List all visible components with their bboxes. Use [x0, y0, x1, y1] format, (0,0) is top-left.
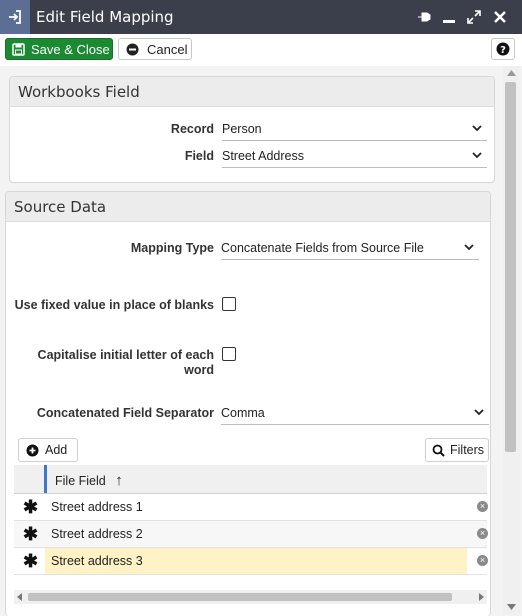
file-field-cell[interactable]: Street address 1 [45, 494, 467, 520]
record-select[interactable]: Person [222, 119, 487, 141]
title-bar: Edit Field Mapping [0, 0, 522, 34]
table-row-selected[interactable]: ✱ Street address 3 × [14, 548, 488, 575]
cancel-label: Cancel [147, 41, 188, 57]
file-field-cell[interactable]: Street address 2 [45, 521, 467, 547]
cancel-icon [126, 43, 139, 55]
mapping-type-label: Mapping Type [130, 241, 214, 255]
field-value: Street Address [222, 149, 304, 163]
required-icon: ✱ [23, 551, 39, 571]
required-icon: ✱ [23, 524, 39, 544]
file-field-column-header[interactable]: File Field ↑ [44, 465, 469, 493]
source-data-heading: Source Data [14, 198, 107, 216]
toolbar: Save & Close Cancel ? [0, 34, 522, 66]
record-label: Record [170, 122, 214, 136]
separator-label: Concatenated Field Separator [36, 406, 214, 420]
help-icon: ? [496, 42, 510, 56]
workbooks-field-panel: Workbooks Field Record Person Field Stre… [9, 76, 495, 183]
sort-ascending-icon: ↑ [115, 472, 123, 489]
capitalise-label-line-2: word [184, 363, 214, 377]
mapping-type-select[interactable]: Concatenate Fields from Source File [221, 238, 479, 260]
capitalise-label-line-1: Capitalise initial letter of each [37, 348, 214, 362]
add-button[interactable]: Add [18, 438, 78, 462]
workbooks-field-header: Workbooks Field [10, 77, 494, 107]
file-field-value: Street address 1 [51, 500, 143, 514]
chevron-down-icon [464, 244, 474, 251]
cancel-button[interactable]: Cancel [118, 38, 192, 60]
expand-icon[interactable] [465, 8, 483, 26]
save-close-button[interactable]: Save & Close [5, 38, 113, 60]
file-field-value: Street address 3 [51, 554, 143, 568]
save-close-label: Save & Close [31, 41, 110, 57]
grid-horizontal-scroll-thumb[interactable] [28, 593, 452, 601]
remove-row-icon[interactable]: × [477, 528, 488, 539]
scroll-left-icon[interactable] [16, 593, 24, 601]
required-icon: ✱ [23, 497, 39, 517]
chevron-down-icon [472, 125, 482, 132]
window-title: Edit Field Mapping [36, 8, 174, 26]
search-icon [432, 444, 445, 457]
field-label: Field [184, 149, 214, 163]
file-field-header-label: File Field ↑ [55, 472, 123, 489]
remove-row-icon[interactable]: × [477, 555, 488, 566]
grid-header: File Field ↑ [14, 465, 487, 494]
mapping-type-value: Concatenate Fields from Source File [221, 241, 424, 255]
capitalise-label: Capitalise initial letter of each word [10, 348, 214, 378]
capitalise-checkbox[interactable] [222, 347, 236, 361]
sign-in-icon [0, 0, 30, 34]
file-field-header-text: File Field [55, 474, 106, 488]
separator-select[interactable]: Comma [221, 403, 489, 425]
field-select[interactable]: Street Address [222, 146, 487, 168]
chevron-down-icon [474, 409, 484, 416]
plus-circle-icon [26, 444, 39, 456]
filters-button[interactable]: Filters [425, 438, 489, 462]
minimize-icon[interactable] [440, 8, 458, 26]
scroll-up-icon[interactable] [507, 69, 516, 77]
table-row[interactable]: ✱ Street address 2 × [14, 521, 488, 548]
table-row[interactable]: ✱ Street address 1 × [14, 494, 488, 521]
fixed-value-label: Use fixed value in place of blanks [14, 298, 214, 312]
workbooks-field-heading: Workbooks Field [18, 83, 140, 101]
dialog-vertical-scroll-thumb[interactable] [505, 82, 516, 452]
svg-text:?: ? [500, 45, 506, 56]
separator-value: Comma [221, 406, 265, 420]
close-icon[interactable] [491, 8, 509, 26]
chevron-down-icon [472, 152, 482, 159]
add-label: Add [45, 443, 68, 457]
file-field-cell[interactable]: Street address 3 [45, 548, 467, 574]
record-value: Person [222, 122, 262, 136]
pin-icon[interactable] [415, 8, 433, 26]
help-button[interactable]: ? [491, 38, 515, 60]
scroll-down-icon[interactable] [507, 603, 516, 611]
file-field-value: Street address 2 [51, 527, 143, 541]
remove-row-icon[interactable]: × [477, 501, 488, 512]
scroll-right-icon[interactable] [477, 593, 485, 601]
filters-label: Filters [450, 443, 485, 457]
source-data-header: Source Data [6, 192, 490, 222]
save-icon [12, 42, 25, 56]
fixed-value-checkbox[interactable] [222, 297, 236, 311]
